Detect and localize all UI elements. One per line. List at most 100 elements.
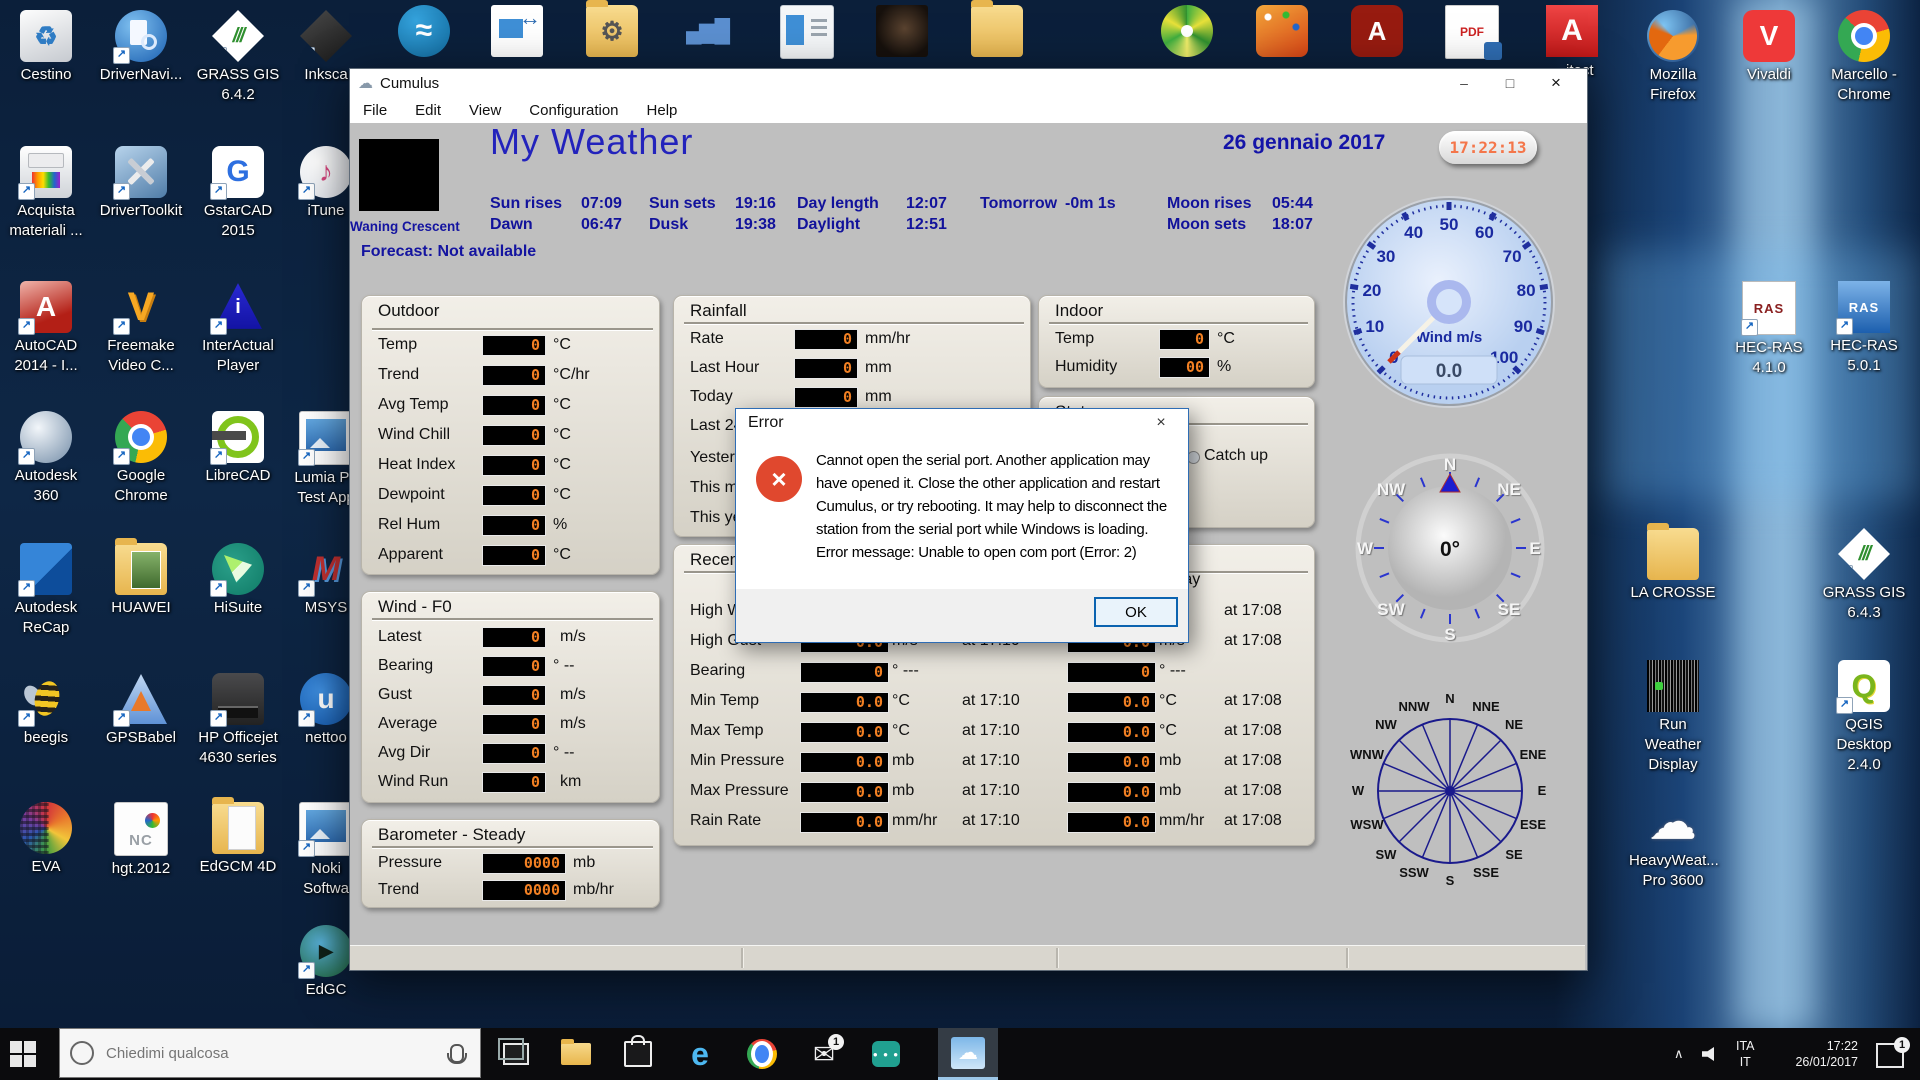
desktop-icon-hec-ras-41[interactable]: RAS↗ HEC-RAS 4.1.0 [1725,281,1813,378]
chrome-button[interactable] [738,1028,786,1080]
desktop-icon-huawei[interactable]: HUAWEI [97,543,185,618]
desktop-icon-marcello-chrome[interactable]: Marcello - Chrome [1820,10,1908,105]
desktop-icon-tools-folder[interactable]: ⚙ [568,5,656,60]
title-bar[interactable]: ☁ Cumulus – □ × [350,69,1587,97]
store-button[interactable] [614,1028,662,1080]
gears-folder-icon: ⚙ [586,5,638,57]
freemake-icon: V↗ [115,281,167,333]
desktop-icon-qgis[interactable]: Q↗ QGIS Desktop 2.4.0 [1820,660,1908,775]
barometer-panel-title: Barometer - Steady [362,820,659,846]
desktop-icon-autocad[interactable]: A↗ AutoCAD 2014 - I... [2,281,90,376]
desktop-icon-freemake[interactable]: V↗ Freemake Video C... [97,281,185,376]
wind-gauge-reading: 0.0 [1436,361,1462,382]
task-view-button[interactable] [492,1028,540,1080]
desktop-icon-run-weather-display[interactable]: Run Weather Display [1629,660,1717,775]
edge-button[interactable]: e [676,1028,724,1080]
weather-app-button-active[interactable]: ☁ [938,1028,998,1080]
desktop-icon-statistics[interactable]: ▄▆█ [663,5,751,60]
desktop-icon-grass-gis-642[interactable]: ///↗ GRASS GIS 6.4.2 [194,10,282,105]
wind-panel-title: Wind - F0 [362,592,659,618]
outdoor-heatindex-value: 0 [482,455,546,476]
ok-button[interactable]: OK [1094,597,1178,627]
minimize-button[interactable]: – [1441,69,1487,97]
desktop-icon-google-chrome[interactable]: ↗ Google Chrome [97,411,185,506]
desktop-icon-pinwheel[interactable] [1143,5,1231,60]
compass-bearing-value: 0° [1440,538,1460,561]
eva-icon [20,802,72,854]
desktop-icon-beegis[interactable]: ↗ beegis [2,673,90,748]
search-input[interactable] [104,1044,440,1063]
desktop-icon-firefox[interactable]: Mozilla Firefox [1629,10,1717,105]
autodesk-recap-icon: ↗ [20,543,72,595]
action-center-button[interactable]: 1 [1876,1043,1904,1068]
menu-view[interactable]: View [469,102,501,119]
error-dialog-titlebar[interactable]: Error × [736,409,1188,437]
compass-needle [1440,474,1460,492]
grass-gis-icon: ///↗ [212,10,264,62]
desktop-icon-heavyweather[interactable]: ☁ HeavyWeat... Pro 3600 [1629,796,1717,891]
wind-run-value: 0 [482,772,546,793]
wind-bearing-value: 0 [482,656,546,677]
desktop-icon-edgcm-4d[interactable]: EdGCM 4D [194,802,282,877]
desktop-icon-interactual[interactable]: i ↗ InterActual Player [194,281,282,376]
weather-app-icon: ☁ [951,1037,985,1069]
desktop-icon-hec-ras-51[interactable]: RAS↗ HEC-RAS 5.0.1 [1820,281,1908,376]
moon-phase-image [359,139,439,211]
desktop-icon-acrobat[interactable]: A [1333,5,1421,60]
wind-rose: N NNE NE ENE E ESE SE SSE S SSW SW WSW W… [1350,687,1550,887]
desktop-icon-autodesk-360[interactable]: ↗ Autodesk 360 [2,411,90,506]
messaging-button[interactable]: • • • [862,1028,910,1080]
desktop-icon-folder[interactable] [953,5,1041,60]
svg-text:SSE: SSE [1473,865,1499,880]
desktop-icon-app-window[interactable] [763,5,851,62]
desktop-icon-palette[interactable] [1238,5,1326,60]
volume-icon[interactable] [1702,1047,1718,1061]
search-box[interactable] [59,1028,481,1078]
desktop-icon-acquista-materiali[interactable]: ↗ Acquista materiali ... [2,146,90,241]
taskbar-clock[interactable]: 17:22 26/01/2017 [1780,1028,1858,1080]
desktop-icon-drivernavigator[interactable]: ↗ DriverNavi... [97,10,185,85]
menu-configuration[interactable]: Configuration [529,102,618,119]
desktop-icon-la-crosse[interactable]: LA CROSSE [1629,528,1717,603]
error-dialog-close-icon[interactable]: × [1146,414,1176,432]
desktop-icon-pdf-file[interactable]: PDF [1428,5,1516,62]
svg-text:80: 80 [1517,281,1536,300]
barometer-panel: Barometer - Steady Pressure0000mb Trend0… [361,819,660,908]
menu-help[interactable]: Help [647,102,678,119]
rain-rate-value: 0 [794,329,858,350]
indoor-humidity-value: 00 [1159,357,1210,378]
desktop-icon-vivaldi[interactable]: V Vivaldi [1725,10,1813,85]
desktop-icon-cestino[interactable]: ♻ Cestino [2,10,90,85]
recent-row-min-temp: Min Temp0.0°Cat 17:100.0°Cat 17:08 [674,692,1314,714]
desktop-icon-dark-image[interactable] [858,5,946,60]
daylight-value: 12:51 [906,216,947,234]
desktop-icon-autodesk-recap[interactable]: ↗ Autodesk ReCap [2,543,90,638]
tray-expand-chevron-icon[interactable]: ∧ [1674,1028,1684,1080]
desktop-icon-librecad[interactable]: ↗ LibreCAD [194,411,282,486]
desktop-icon-hgt2012[interactable]: NC hgt.2012 [97,802,185,879]
cortana-icon [70,1041,94,1065]
desktop-icon-grass-gis-643[interactable]: ///↗ GRASS GIS 6.4.3 [1820,528,1908,623]
clock-button[interactable]: 17:22:13 [1439,131,1537,164]
maximize-button[interactable]: □ [1487,69,1533,97]
microphone-icon[interactable] [450,1044,464,1063]
desktop-icon-gstarcad[interactable]: G↗ GstarCAD 2015 [194,146,282,241]
desktop-icon-drivertoolkit[interactable]: ↗ DriverToolkit [97,146,185,221]
close-button[interactable]: × [1533,69,1579,97]
desktop-icon-architect[interactable]: A [1528,5,1616,60]
desktop-icon-gpsbabel[interactable]: ↗ GPSBabel [97,673,185,748]
menu-edit[interactable]: Edit [415,102,441,119]
desktop-icon-image-resizer[interactable]: ↔ [473,5,561,60]
mail-button[interactable]: ✉ 1 [800,1028,848,1080]
pressure-value: 0000 [482,853,566,874]
language-indicator[interactable]: ITAIT [1736,1028,1755,1080]
desktop-icon-hp-officejet[interactable]: ↗ HP Officejet 4630 series [194,673,282,768]
hec-ras-51-icon: RAS↗ [1838,281,1890,333]
moon-sets-label: Moon sets [1167,216,1246,234]
desktop-icon-openoffice[interactable]: ≈ [380,5,468,60]
desktop-icon-eva[interactable]: EVA [2,802,90,877]
start-button[interactable] [10,1041,36,1067]
file-explorer-button[interactable] [552,1028,600,1080]
menu-file[interactable]: File [363,102,387,119]
desktop-icon-hisuite[interactable]: ↗ HiSuite [194,543,282,618]
